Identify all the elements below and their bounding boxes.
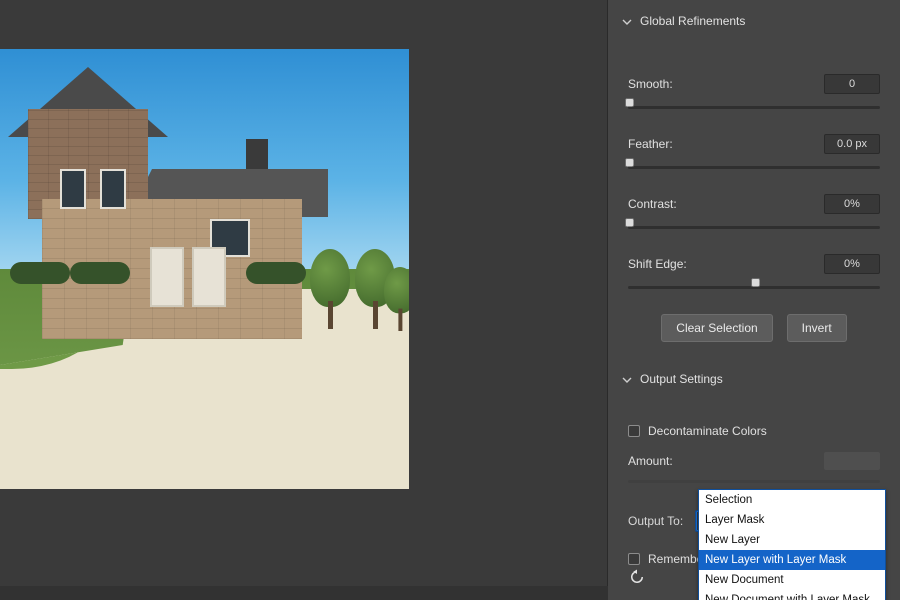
invert-button[interactable]: Invert: [787, 314, 847, 342]
preview-canvas[interactable]: [0, 49, 409, 489]
output-to-option[interactable]: New Layer: [699, 530, 885, 550]
output-to-option[interactable]: New Layer with Layer Mask: [699, 550, 885, 570]
decontaminate-label: Decontaminate Colors: [648, 424, 767, 438]
feather-label: Feather:: [628, 137, 824, 151]
shift-edge-row: Shift Edge: 0%: [628, 254, 880, 274]
shift-edge-label: Shift Edge:: [628, 257, 824, 271]
contrast-label: Contrast:: [628, 197, 824, 211]
smooth-slider[interactable]: [628, 100, 880, 114]
output-to-dropdown[interactable]: SelectionLayer MaskNew LayerNew Layer wi…: [698, 489, 886, 600]
clear-selection-button[interactable]: Clear Selection: [661, 314, 772, 342]
chevron-down-icon: [622, 16, 632, 26]
contrast-value[interactable]: 0%: [824, 194, 880, 214]
smooth-row: Smooth: 0: [628, 74, 880, 94]
decontaminate-checkbox[interactable]: [628, 425, 640, 437]
chevron-down-icon: [622, 374, 632, 384]
output-to-option[interactable]: Selection: [699, 490, 885, 510]
section-title: Global Refinements: [640, 14, 745, 28]
amount-label: Amount:: [628, 454, 824, 468]
section-title: Output Settings: [640, 372, 723, 386]
feather-row: Feather: 0.0 px: [628, 134, 880, 154]
app-root: Global Refinements Smooth: 0 Feather: 0.…: [0, 0, 900, 600]
canvas-area: [0, 0, 608, 600]
shift-edge-slider[interactable]: [628, 280, 880, 294]
smooth-label: Smooth:: [628, 77, 824, 91]
section-header-global-refinements[interactable]: Global Refinements: [622, 14, 886, 28]
smooth-value[interactable]: 0: [824, 74, 880, 94]
reset-icon[interactable]: [626, 566, 648, 588]
amount-value: [824, 452, 880, 470]
properties-panel: Global Refinements Smooth: 0 Feather: 0.…: [608, 0, 900, 600]
remember-checkbox[interactable]: [628, 553, 640, 565]
amount-slider: [628, 474, 880, 488]
output-to-option[interactable]: New Document with Layer Mask: [699, 590, 885, 600]
canvas-footer-strip: [0, 586, 608, 600]
section-header-output-settings[interactable]: Output Settings: [622, 372, 886, 386]
shift-edge-value[interactable]: 0%: [824, 254, 880, 274]
feather-value[interactable]: 0.0 px: [824, 134, 880, 154]
amount-row: Amount:: [628, 452, 880, 470]
output-to-label: Output To:: [628, 514, 683, 528]
feather-slider[interactable]: [628, 160, 880, 174]
contrast-row: Contrast: 0%: [628, 194, 880, 214]
preview-image: [0, 49, 409, 489]
contrast-slider[interactable]: [628, 220, 880, 234]
refine-button-row: Clear Selection Invert: [622, 314, 886, 342]
output-to-option[interactable]: New Document: [699, 570, 885, 590]
output-to-option[interactable]: Layer Mask: [699, 510, 885, 530]
decontaminate-colors-row[interactable]: Decontaminate Colors: [628, 424, 886, 438]
